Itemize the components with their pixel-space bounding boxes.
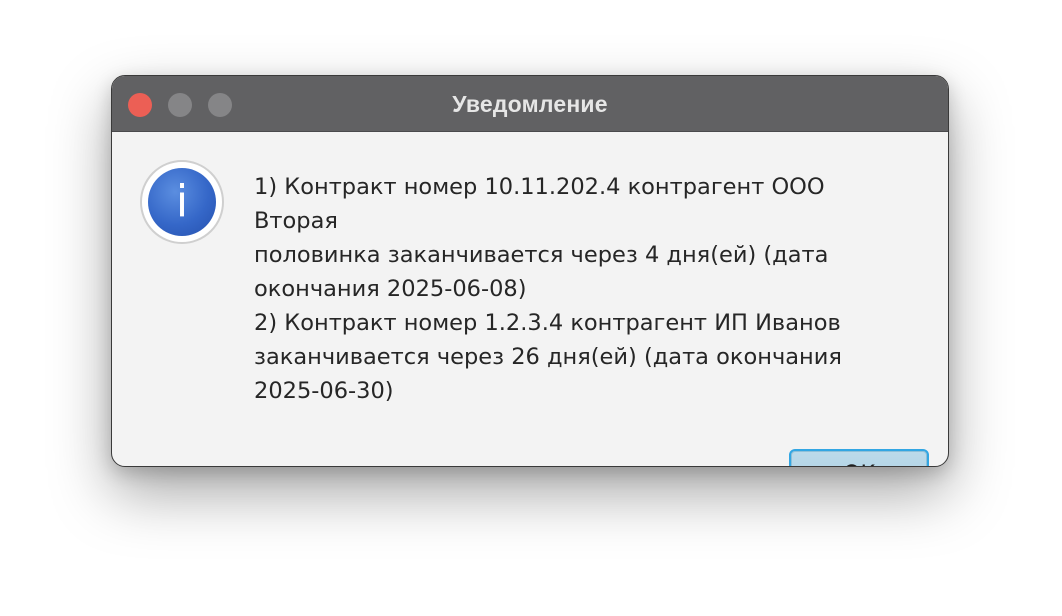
- message-line: 1) Контракт номер 10.11.202.4 контрагент…: [254, 174, 825, 234]
- info-icon-glyph: i: [148, 168, 216, 236]
- message-line: 2) Контракт номер 1.2.3.4 контрагент ИП …: [254, 310, 841, 336]
- message-line: окончания 2025-06-08): [254, 276, 527, 302]
- message-line: заканчивается через 26 дня(ей) (дата око…: [254, 344, 842, 370]
- screen: Уведомление i 1) Контракт номер 10.11.20…: [0, 0, 1062, 616]
- info-icon: i: [140, 160, 224, 244]
- alert-dialog-window: Уведомление i 1) Контракт номер 10.11.20…: [111, 75, 949, 467]
- ok-button[interactable]: OK: [789, 449, 929, 466]
- notification-message: 1) Контракт номер 10.11.202.4 контрагент…: [254, 170, 914, 408]
- window-title: Уведомление: [452, 91, 608, 117]
- dialog-content: i 1) Контракт номер 10.11.202.4 контраге…: [112, 132, 948, 466]
- title-bar[interactable]: Уведомление: [112, 76, 948, 132]
- message-line: половинка заканчивается через 4 дня(ей) …: [254, 242, 829, 268]
- message-line: 2025-06-30): [254, 378, 394, 404]
